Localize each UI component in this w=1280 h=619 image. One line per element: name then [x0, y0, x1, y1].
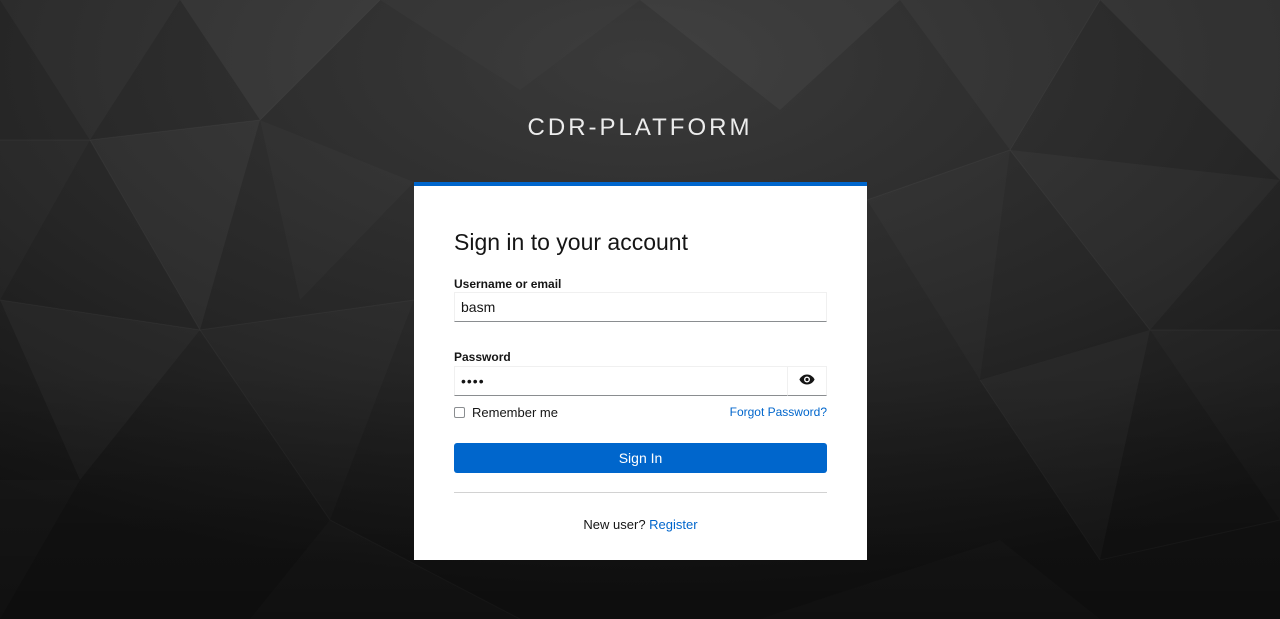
username-label: Username or email [454, 277, 562, 291]
show-password-button[interactable] [787, 366, 827, 396]
remember-me[interactable]: Remember me [454, 402, 558, 422]
forgot-password-link[interactable]: Forgot Password? [730, 404, 827, 420]
login-card: Sign in to your account Username or emai… [414, 182, 867, 560]
eye-icon [799, 372, 815, 390]
login-heading: Sign in to your account [454, 229, 688, 255]
register-link[interactable]: Register [649, 517, 697, 532]
password-input[interactable] [454, 366, 788, 396]
remember-me-checkbox[interactable] [454, 406, 465, 418]
register-row: New user? Register [414, 516, 867, 534]
sign-in-button[interactable]: Sign In [454, 443, 827, 473]
register-prompt: New user? [583, 517, 646, 532]
realm-title: CDR-PLATFORM [527, 114, 753, 141]
username-input[interactable] [454, 292, 827, 322]
password-label: Password [454, 350, 511, 364]
remember-me-label: Remember me [472, 404, 558, 420]
divider [454, 492, 827, 493]
